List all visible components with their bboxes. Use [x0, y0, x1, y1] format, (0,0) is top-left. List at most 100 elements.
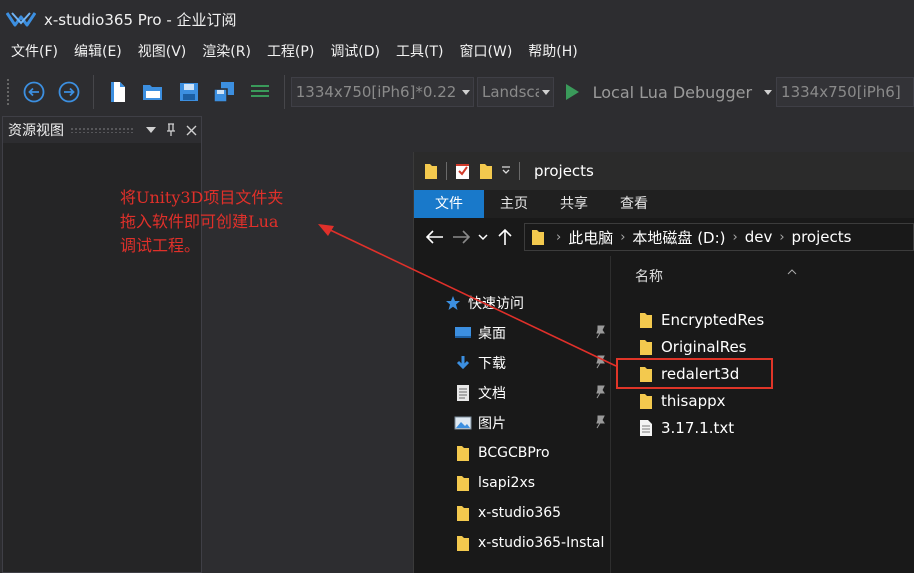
tab-home[interactable]: 主页 [484, 190, 544, 218]
file-row-redalert3d[interactable]: redalert3d [611, 360, 914, 387]
open-folder-icon [143, 85, 163, 100]
annotation-line: 调试工程。 [120, 236, 201, 255]
file-name: OriginalRes [661, 337, 747, 356]
device-value: 1334x750[iPh6] [781, 83, 901, 101]
menu-view[interactable]: 视图(V) [130, 38, 195, 66]
up-button[interactable] [492, 222, 518, 252]
orientation-value: Landscape [482, 83, 539, 101]
file-name: EncryptedRes [661, 310, 765, 329]
tab-view[interactable]: 查看 [604, 190, 664, 218]
new-file-button[interactable] [103, 77, 133, 107]
nav-item-x-studio365-instal[interactable]: x-studio365-Instal [414, 528, 610, 558]
nav-item-bcgcbpro[interactable]: BCGCBPro [414, 438, 610, 468]
breadcrumb-chevron-icon: › [779, 229, 785, 245]
file-row-originalres[interactable]: OriginalRes [611, 333, 914, 360]
panel-menu-icon[interactable] [141, 119, 161, 141]
tab-share[interactable]: 共享 [544, 190, 604, 218]
nav-item-label: BCGCBPro [478, 445, 550, 461]
star-icon [444, 294, 462, 312]
folder-icon [454, 534, 472, 552]
back-icon [23, 81, 45, 103]
forward-button[interactable] [448, 222, 474, 252]
menu-window[interactable]: 窗口(W) [452, 38, 521, 66]
menu-help[interactable]: 帮助(H) [520, 38, 585, 66]
close-icon[interactable] [181, 119, 201, 141]
breadcrumb-chevron-icon: › [556, 229, 562, 245]
folder-icon [637, 338, 655, 356]
breadcrumb-this-pc[interactable]: 此电脑 [568, 227, 613, 248]
panel-grip[interactable] [70, 127, 135, 133]
desktop-icon [454, 324, 472, 342]
nav-item-lsapi2xs[interactable]: lsapi2xs [414, 468, 610, 498]
menu-debug[interactable]: 调试(D) [322, 38, 388, 66]
nav-item-documents[interactable]: 文档 [414, 378, 610, 408]
up-arrow-icon [498, 228, 512, 245]
debugger-select-label[interactable]: Local Lua Debugger [593, 83, 752, 102]
run-button[interactable] [562, 77, 582, 107]
nav-item-label: x-studio365-Instal [478, 535, 605, 551]
back-button[interactable] [19, 77, 49, 107]
chevron-down-icon [478, 234, 488, 241]
list-button[interactable] [245, 77, 275, 107]
quick-access-label: 快速访问 [468, 296, 524, 312]
menu-tools[interactable]: 工具(T) [388, 38, 451, 66]
file-row-thisappx[interactable]: thisappx [611, 387, 914, 414]
resolution-select[interactable]: 1334x750[iPh6]*0.22 [290, 77, 474, 107]
pin-icon[interactable] [594, 355, 606, 373]
file-list: EncryptedRes OriginalRes redalert3d this… [611, 286, 914, 441]
customize-dropdown-icon[interactable] [501, 166, 511, 176]
quick-access-item[interactable]: 快速访问 [414, 288, 610, 318]
forward-button[interactable] [54, 77, 84, 107]
orientation-select[interactable]: Landscape [477, 77, 554, 107]
breadcrumb-local-disk[interactable]: 本地磁盘 (D:) [632, 227, 725, 248]
menu-project[interactable]: 工程(P) [259, 38, 322, 66]
explorer-body: 快速访问 桌面 下载 文档 图片 BCGCBPro lsapi2xs x-stu… [414, 256, 914, 573]
column-header-name[interactable]: 名称 [611, 256, 914, 286]
play-icon [565, 84, 579, 100]
pin-icon[interactable] [594, 415, 606, 433]
recent-locations-button[interactable] [474, 222, 492, 252]
nav-item-x-studio365[interactable]: x-studio365 [414, 498, 610, 528]
save-all-button[interactable] [210, 77, 240, 107]
menu-edit[interactable]: 编辑(E) [66, 38, 130, 66]
pin-icon[interactable] [161, 119, 181, 141]
sort-ascending-icon [787, 260, 797, 279]
pin-icon[interactable] [594, 325, 606, 343]
file-row-text-file[interactable]: 3.17.1.txt [611, 414, 914, 441]
nav-item-downloads[interactable]: 下载 [414, 348, 610, 378]
resource-view-panel: 资源视图 [2, 116, 202, 573]
device-select[interactable]: 1334x750[iPh6] [776, 77, 914, 107]
toolbar-grip[interactable] [6, 78, 10, 106]
back-button[interactable] [422, 222, 448, 252]
app-logo-icon [6, 12, 36, 27]
nav-item-desktop[interactable]: 桌面 [414, 318, 610, 348]
chevron-down-icon [539, 89, 553, 95]
folder-icon [531, 228, 545, 246]
file-name: thisappx [661, 391, 726, 410]
annotation-line: 拖入软件即可创建Lua [120, 212, 279, 231]
annotation-line: 将Unity3D项目文件夹 [120, 188, 284, 207]
file-row-encryptedres[interactable]: EncryptedRes [611, 306, 914, 333]
tab-file[interactable]: 文件 [414, 190, 484, 218]
open-folder-button[interactable] [139, 77, 169, 107]
address-bar[interactable]: › 此电脑 › 本地磁盘 (D:) › dev › projects [524, 223, 914, 251]
nav-item-pictures[interactable]: 图片 [414, 408, 610, 438]
chevron-down-icon[interactable] [764, 89, 773, 95]
menu-file[interactable]: 文件(F) [3, 38, 66, 66]
breadcrumb-dev[interactable]: dev [745, 228, 773, 246]
menu-render[interactable]: 渲染(R) [194, 38, 259, 66]
file-name: redalert3d [661, 364, 740, 383]
forward-icon [58, 81, 80, 103]
chevron-down-icon [459, 89, 473, 95]
address-bar-row: › 此电脑 › 本地磁盘 (D:) › dev › projects [414, 218, 914, 256]
properties-icon[interactable] [455, 162, 471, 180]
folder-icon [454, 444, 472, 462]
new-folder-icon[interactable] [479, 162, 493, 180]
save-button[interactable] [174, 77, 204, 107]
breadcrumb-projects[interactable]: projects [792, 228, 852, 246]
download-icon [454, 354, 472, 372]
forward-arrow-icon [453, 230, 470, 244]
file-explorer-window: projects 文件 主页 共享 查看 › 此电脑 › 本地磁盘 (D:) › [413, 152, 914, 573]
menu-bar: 文件(F) 编辑(E) 视图(V) 渲染(R) 工程(P) 调试(D) 工具(T… [0, 38, 914, 66]
pin-icon[interactable] [594, 385, 606, 403]
